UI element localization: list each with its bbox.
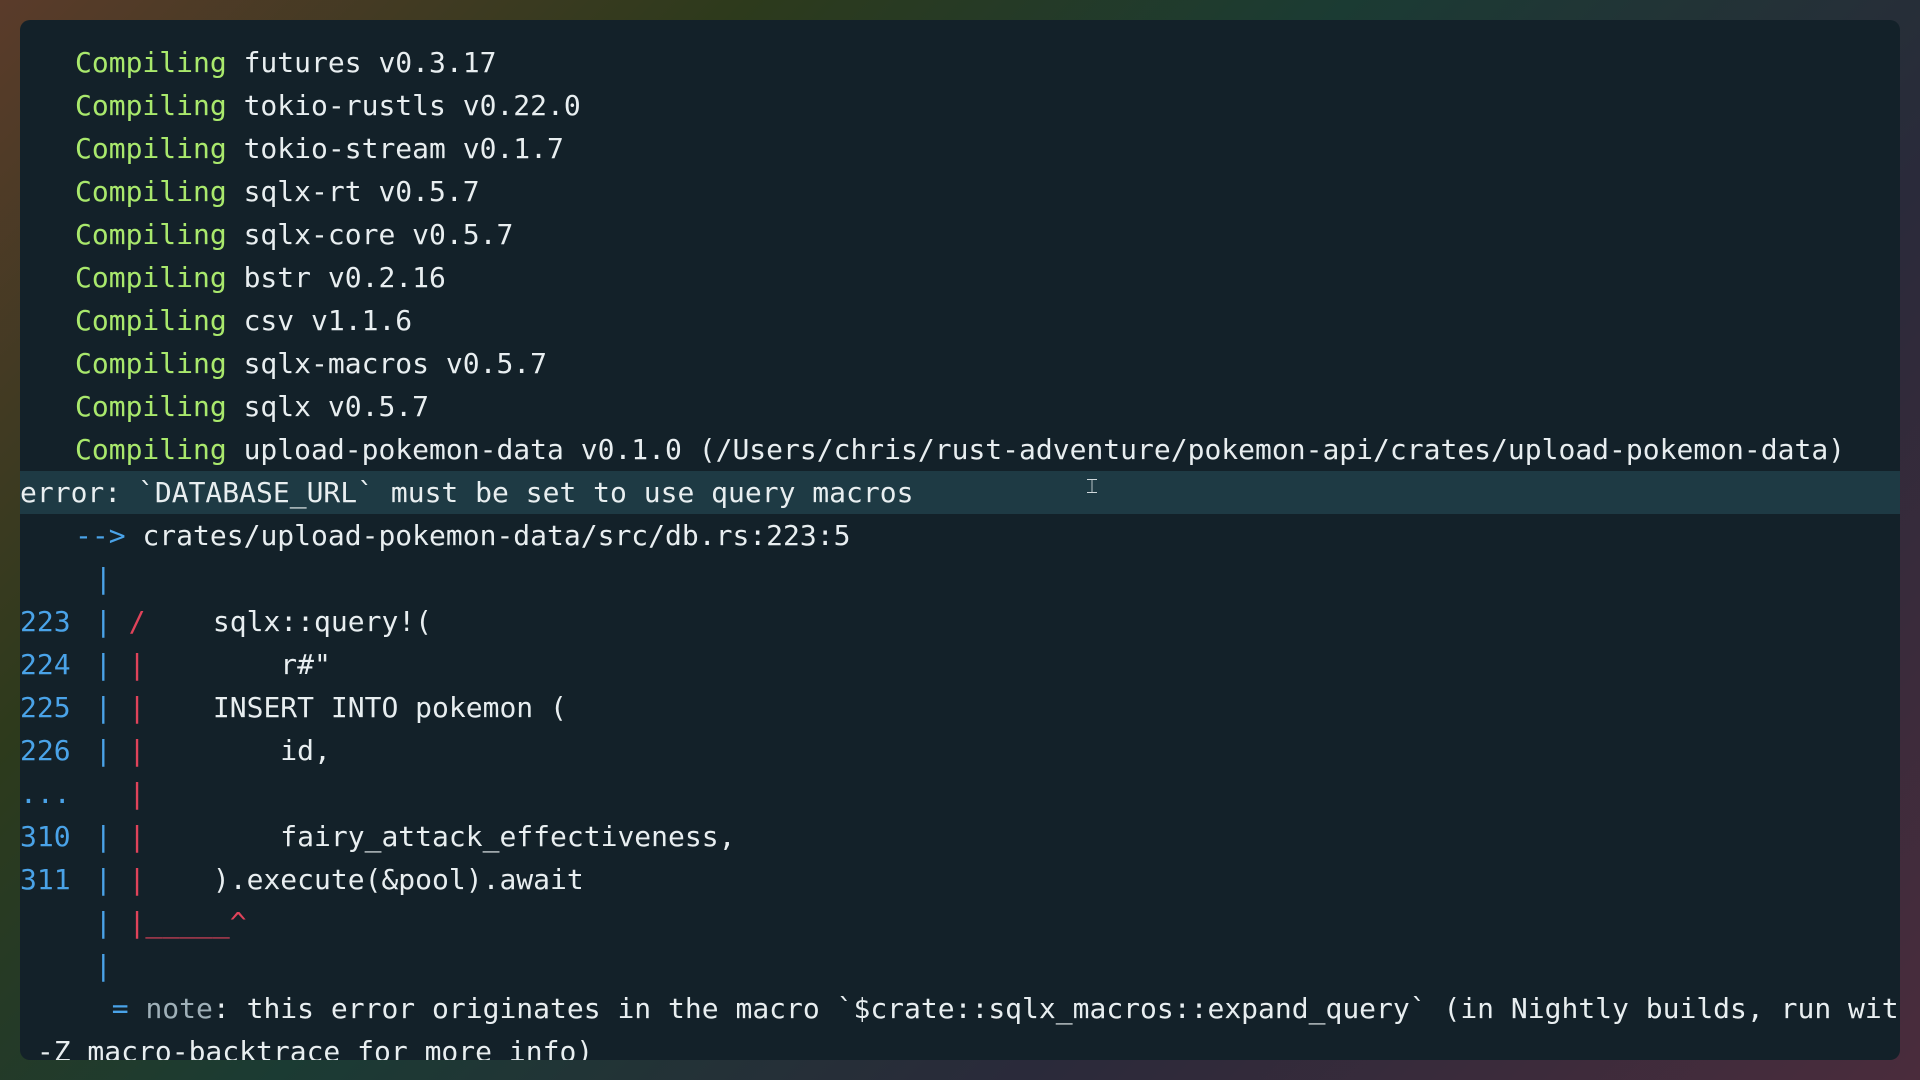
crate-name: tokio-stream v0.1.7 bbox=[243, 132, 564, 165]
code-text: fairy_attack_effectiveness, bbox=[145, 820, 736, 853]
note-equals: = bbox=[111, 992, 129, 1025]
text-cursor-icon: ⌶ bbox=[1086, 474, 1098, 498]
line-number: 310 bbox=[20, 820, 71, 853]
note-text: : this error originates in the macro `$c… bbox=[212, 992, 1900, 1025]
compile-line: Compiling sqlx-rt v0.5.7 bbox=[20, 170, 1900, 213]
span-marker: | bbox=[128, 777, 146, 810]
code-line: 310 | | fairy_attack_effectiveness, bbox=[20, 815, 1900, 858]
error-underline: |_____^ bbox=[128, 906, 247, 939]
desktop-background: Compiling futures v0.3.17 Compiling toki… bbox=[0, 0, 1920, 1080]
gutter-pipe: | bbox=[94, 605, 112, 638]
gutter-pipe: | bbox=[94, 648, 112, 681]
crate-name: bstr v0.2.16 bbox=[243, 261, 446, 294]
note-label: note bbox=[145, 992, 213, 1025]
compiling-keyword: Compiling bbox=[75, 89, 227, 122]
compile-line: Compiling futures v0.3.17 bbox=[20, 41, 1900, 84]
note-continuation-line: -Z macro-backtrace for more info) bbox=[20, 1030, 1900, 1060]
error-location: crates/upload-pokemon-data/src/db.rs:223… bbox=[142, 519, 851, 552]
code-text: sqlx::query!( bbox=[145, 605, 433, 638]
gutter-pipe: | bbox=[94, 949, 112, 982]
gutter-line: | bbox=[20, 557, 1900, 600]
compiling-keyword: Compiling bbox=[75, 46, 227, 79]
code-text: INSERT INTO pokemon ( bbox=[145, 691, 567, 724]
compiling-keyword: Compiling bbox=[75, 304, 227, 337]
line-number: 224 bbox=[20, 648, 71, 681]
crate-name: sqlx-rt v0.5.7 bbox=[243, 175, 480, 208]
code-line: 311 | | ).execute(&pool).await bbox=[20, 858, 1900, 901]
crate-name: upload-pokemon-data v0.1.0 (/Users/chris… bbox=[243, 433, 1846, 466]
code-text: id, bbox=[145, 734, 331, 767]
code-line: 225 | | INSERT INTO pokemon ( bbox=[20, 686, 1900, 729]
span-marker: / bbox=[128, 605, 146, 638]
crate-name: sqlx v0.5.7 bbox=[243, 390, 430, 423]
error-message: error: `DATABASE_URL` must be set to use… bbox=[20, 476, 914, 509]
error-location-line: --> crates/upload-pokemon-data/src/db.rs… bbox=[20, 514, 1900, 557]
gutter-pipe: | bbox=[94, 562, 112, 595]
code-line: 224 | | r#" bbox=[20, 643, 1900, 686]
span-marker: | bbox=[128, 863, 146, 896]
crate-name: tokio-rustls v0.22.0 bbox=[243, 89, 581, 122]
gutter-pipe: | bbox=[94, 906, 112, 939]
note-continuation: -Z macro-backtrace for more info) bbox=[20, 1035, 594, 1060]
compile-line: Compiling sqlx v0.5.7 bbox=[20, 385, 1900, 428]
compiling-keyword: Compiling bbox=[75, 347, 227, 380]
compile-line: Compiling upload-pokemon-data v0.1.0 (/U… bbox=[20, 428, 1900, 471]
code-line: 226 | | id, bbox=[20, 729, 1900, 772]
span-marker: | bbox=[128, 820, 146, 853]
line-number: 223 bbox=[20, 605, 71, 638]
underline-line: | |_____^ bbox=[20, 901, 1900, 944]
line-number: 226 bbox=[20, 734, 71, 767]
crate-name: sqlx-macros v0.5.7 bbox=[243, 347, 548, 380]
line-number: 225 bbox=[20, 691, 71, 724]
crate-name: csv v1.1.6 bbox=[243, 304, 413, 337]
compile-line: Compiling tokio-stream v0.1.7 bbox=[20, 127, 1900, 170]
compiling-keyword: Compiling bbox=[75, 175, 227, 208]
crate-name: futures v0.3.17 bbox=[243, 46, 497, 79]
compile-line: Compiling tokio-rustls v0.22.0 bbox=[20, 84, 1900, 127]
compiling-keyword: Compiling bbox=[75, 390, 227, 423]
compile-line: Compiling sqlx-macros v0.5.7 bbox=[20, 342, 1900, 385]
gutter-pipe: | bbox=[94, 863, 112, 896]
gutter-pipe: | bbox=[94, 691, 112, 724]
compiling-keyword: Compiling bbox=[75, 261, 227, 294]
gutter-pipe: | bbox=[94, 734, 112, 767]
arrow-icon: --> bbox=[75, 519, 126, 552]
compile-line: Compiling sqlx-core v0.5.7 bbox=[20, 213, 1900, 256]
gutter-line: | bbox=[20, 944, 1900, 987]
compiling-keyword: Compiling bbox=[75, 218, 227, 251]
span-marker: | bbox=[128, 648, 146, 681]
span-marker: | bbox=[128, 691, 146, 724]
code-line: 223 | / sqlx::query!( bbox=[20, 600, 1900, 643]
line-number: ... bbox=[20, 777, 71, 810]
span-marker: | bbox=[128, 734, 146, 767]
note-line: = note: this error originates in the mac… bbox=[20, 987, 1900, 1030]
code-text: ).execute(&pool).await bbox=[145, 863, 584, 896]
terminal-window[interactable]: Compiling futures v0.3.17 Compiling toki… bbox=[20, 20, 1900, 1060]
line-number: 311 bbox=[20, 863, 71, 896]
gutter-pipe: | bbox=[94, 820, 112, 853]
crate-name: sqlx-core v0.5.7 bbox=[243, 218, 514, 251]
code-text: r#" bbox=[145, 648, 331, 681]
compiling-keyword: Compiling bbox=[75, 132, 227, 165]
error-message-line: error: `DATABASE_URL` must be set to use… bbox=[20, 471, 1900, 514]
code-line: ... | bbox=[20, 772, 1900, 815]
compiling-keyword: Compiling bbox=[75, 433, 227, 466]
compile-line: Compiling csv v1.1.6 bbox=[20, 299, 1900, 342]
compile-line: Compiling bstr v0.2.16 bbox=[20, 256, 1900, 299]
